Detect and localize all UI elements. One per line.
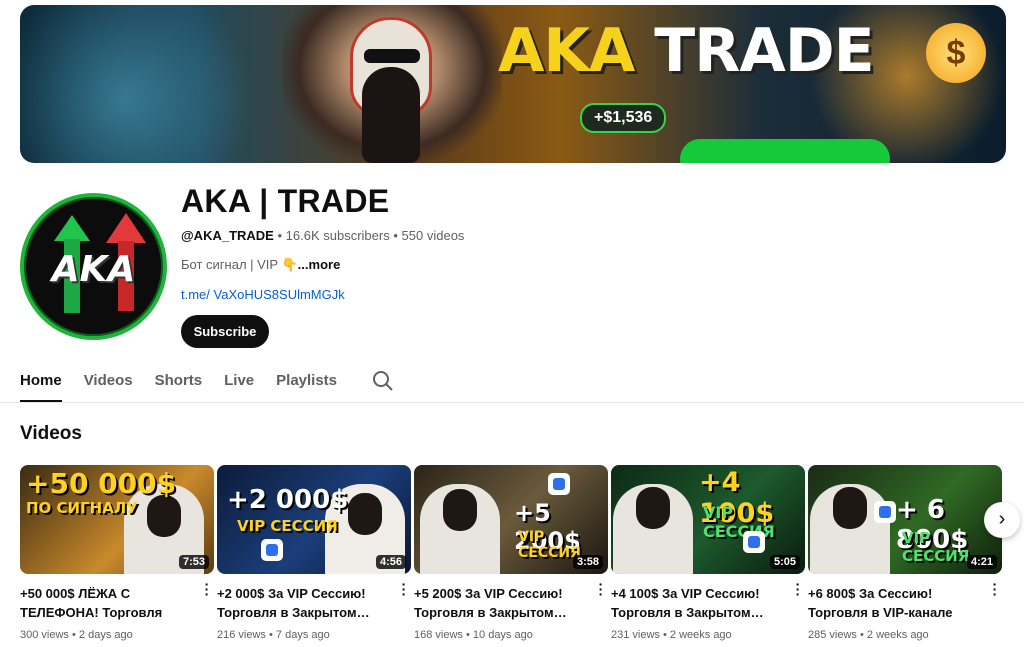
search-icon[interactable] — [372, 370, 394, 392]
section-title: Videos — [20, 423, 82, 444]
thumbnail-face — [147, 495, 181, 537]
upload-age: 10 days ago — [472, 629, 533, 641]
chevron-right-icon[interactable]: › — [984, 502, 1020, 538]
banner-profit-badge: +$1,536 — [580, 103, 667, 133]
view-count: 168 views — [414, 629, 463, 641]
thumbnail-amount: +2 000$ — [227, 485, 349, 515]
description-text: Бот сигнал | VIP 👇 — [181, 257, 298, 272]
more-options-icon[interactable]: · · · — [992, 577, 998, 601]
upload-age: 2 days ago — [78, 629, 133, 641]
video-meta: 168 views • 10 days ago — [414, 629, 608, 641]
video-thumbnail[interactable]: +5 200$ VIP СЕССИЯ 3:58 — [414, 465, 608, 574]
meta-separator: • — [465, 629, 470, 641]
channel-description[interactable]: Бот сигнал | VIP 👇...more — [181, 257, 340, 273]
channel-meta: @AKA_TRADE • 16.6K subscribers • 550 vid… — [181, 228, 464, 243]
banner-green-pill — [680, 139, 890, 163]
video-title[interactable]: +6 800$ За Сессию! Торговля в VIP-канале… — [808, 584, 1002, 622]
video-duration: 4:56 — [375, 555, 406, 569]
view-count: 300 views — [20, 629, 69, 641]
tab-videos[interactable]: Videos — [84, 366, 133, 402]
channel-tabs: Home Videos Shorts Live Playlists — [20, 366, 359, 402]
video-meta: 231 views • 2 weeks ago — [611, 629, 805, 641]
meta-separator: • — [393, 228, 398, 243]
banner-beard — [362, 67, 420, 163]
channel-handle: @AKA_TRADE — [181, 228, 274, 243]
video-title[interactable]: +5 200$ За VIP Сессию! Торговля в Закрыт… — [414, 584, 608, 622]
video-title[interactable]: +4 100$ За VIP Сессию! Торговля в Закрыт… — [611, 584, 805, 622]
red-arrow-icon — [106, 213, 146, 243]
meta-separator: • — [859, 629, 864, 641]
video-duration: 4:21 — [966, 555, 997, 569]
telegram-icon — [743, 531, 765, 553]
banner-title-aka: AKA — [498, 16, 635, 86]
thumbnail-face — [833, 487, 867, 529]
video-thumbnail[interactable]: +4 100$ VIP СЕССИЯ 5:05 — [611, 465, 805, 574]
subscriber-count: 16.6K subscribers — [285, 228, 390, 243]
thumbnail-face — [443, 489, 477, 531]
video-card[interactable]: +5 200$ VIP СЕССИЯ 3:58 +5 200$ За VIP С… — [414, 465, 608, 641]
green-arrow-icon — [54, 215, 90, 241]
tab-playlists[interactable]: Playlists — [276, 366, 337, 402]
video-title[interactable]: +2 000$ За VIP Сессию! Торговля в Закрыт… — [217, 584, 411, 622]
thumbnail-face — [348, 493, 382, 535]
meta-separator: • — [662, 629, 667, 641]
upload-age: 2 weeks ago — [669, 629, 732, 641]
view-count: 285 views — [808, 629, 857, 641]
tabs-divider — [0, 402, 1024, 403]
telegram-icon — [874, 501, 896, 523]
subscribe-button[interactable]: Subscribe — [181, 315, 269, 348]
video-card[interactable]: + 6 800$ VIP СЕССИЯ 4:21 +6 800$ За Сесс… — [808, 465, 1002, 641]
video-duration: 5:05 — [769, 555, 800, 569]
more-options-icon[interactable]: · · · — [204, 577, 210, 601]
video-thumbnail[interactable]: + 6 800$ VIP СЕССИЯ 4:21 — [808, 465, 1002, 574]
more-options-icon[interactable]: · · · — [598, 577, 604, 601]
thumbnail-subtitle: ПО СИГНАЛУ — [26, 499, 138, 517]
more-options-icon[interactable]: · · · — [795, 577, 801, 601]
video-count: 550 videos — [401, 228, 465, 243]
video-meta: 285 views • 2 weeks ago — [808, 629, 1002, 641]
tab-live[interactable]: Live — [224, 366, 254, 402]
tab-shorts[interactable]: Shorts — [155, 366, 203, 402]
channel-name: AKA | TRADE — [181, 183, 390, 219]
banner-glasses — [364, 49, 420, 63]
more-options-icon[interactable]: · · · — [401, 577, 407, 601]
more-link[interactable]: ...more — [298, 257, 341, 272]
telegram-icon — [548, 473, 570, 495]
channel-banner: AKA TRADE +$1,536 $ — [20, 5, 1006, 163]
telegram-icon — [261, 539, 283, 561]
video-card[interactable]: +4 100$ VIP СЕССИЯ 5:05 +4 100$ За VIP С… — [611, 465, 805, 641]
meta-separator: • — [277, 228, 283, 243]
dollar-lightbulb-icon: $ — [926, 23, 986, 83]
thumbnail-face — [636, 487, 670, 529]
video-card[interactable]: +2 000$ VIP СЕССИЯ 4:56 +2 000$ За VIP С… — [217, 465, 411, 641]
video-duration: 3:58 — [572, 555, 603, 569]
channel-avatar[interactable]: AKA — [20, 193, 167, 340]
tab-home[interactable]: Home — [20, 366, 62, 402]
avatar-logo-text: AKA — [51, 249, 136, 290]
video-title[interactable]: +50 000$ ЛЁЖА С ТЕЛЕФОНА! Торговля по… — [20, 584, 214, 622]
thumbnail-subtitle: VIP СЕССИЯ — [237, 517, 338, 535]
banner-title: AKA TRADE — [498, 16, 875, 86]
video-thumbnail[interactable]: +50 000$ ПО СИГНАЛУ 7:53 — [20, 465, 214, 574]
upload-age: 7 days ago — [275, 629, 330, 641]
meta-separator: • — [268, 629, 273, 641]
video-meta: 300 views • 2 days ago — [20, 629, 214, 641]
banner-glow-left — [20, 5, 280, 163]
channel-link[interactable]: t.me/ VaXoHUS8SUlmMGJk — [181, 287, 345, 302]
thumbnail-amount: +50 000$ — [26, 467, 177, 500]
view-count: 231 views — [611, 629, 660, 641]
view-count: 216 views — [217, 629, 266, 641]
video-duration: 7:53 — [178, 555, 209, 569]
upload-age: 2 weeks ago — [866, 629, 929, 641]
meta-separator: • — [71, 629, 76, 641]
video-thumbnail[interactable]: +2 000$ VIP СЕССИЯ 4:56 — [217, 465, 411, 574]
video-meta: 216 views • 7 days ago — [217, 629, 411, 641]
video-card[interactable]: +50 000$ ПО СИГНАЛУ 7:53 +50 000$ ЛЁЖА С… — [20, 465, 214, 641]
banner-title-trade: TRADE — [654, 16, 874, 86]
